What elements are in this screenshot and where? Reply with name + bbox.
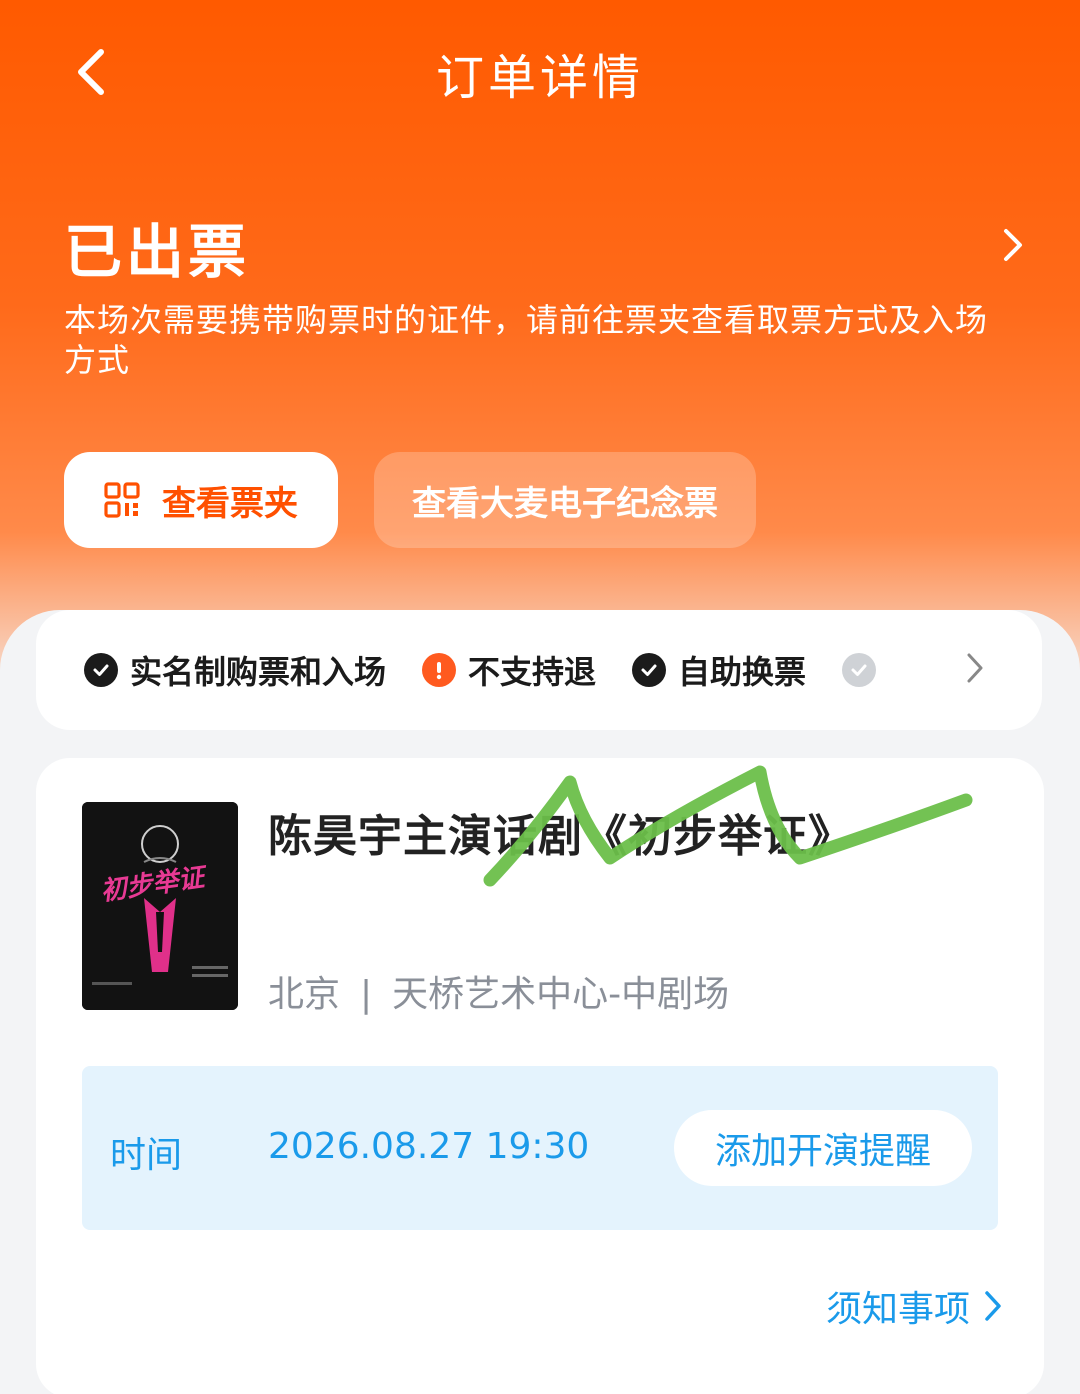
- view-souvenir-ticket-label: 查看大麦电子纪念票: [412, 483, 718, 524]
- view-ticket-wallet-button[interactable]: 查看票夹: [64, 452, 338, 548]
- ticket-status-row[interactable]: 已出票: [64, 205, 1024, 286]
- show-poster[interactable]: 初步举证: [82, 802, 238, 1010]
- time-label: 时间: [110, 1135, 183, 1176]
- venue-city: 北京: [268, 974, 341, 1015]
- notice-label: 须知事项: [825, 1289, 970, 1330]
- feature-self-exchange-label: 自助换票: [678, 653, 807, 691]
- chevron-right-icon[interactable]: [966, 652, 984, 684]
- venue-separator: |: [360, 974, 373, 1015]
- feature-more-faded: [842, 653, 877, 687]
- check-circle-icon: [84, 653, 118, 687]
- chevron-right-icon: [985, 1291, 1001, 1321]
- view-ticket-wallet-label: 查看票夹: [162, 483, 298, 524]
- check-circle-icon: [842, 653, 877, 687]
- qr-code-icon: [104, 482, 140, 518]
- ticket-features-bar[interactable]: 实名制购票和入场 不支持退 自助换票: [36, 610, 1042, 730]
- show-venue: 北京 | 天桥艺术中心-中剧场: [268, 965, 729, 1017]
- chevron-right-icon: [1004, 229, 1022, 261]
- check-circle-icon: [632, 653, 667, 687]
- feature-self-exchange: 自助换票: [632, 647, 806, 693]
- view-souvenir-ticket-button[interactable]: 查看大麦电子纪念票: [374, 452, 756, 548]
- venue-name: 天桥艺术中心-中剧场: [392, 974, 730, 1015]
- feature-no-refund-label: 不支持退: [468, 653, 597, 691]
- ticket-status-title: 已出票: [64, 218, 251, 286]
- time-value: 2026.08.27 19:30: [268, 1126, 590, 1167]
- page-title: 订单详情: [435, 50, 644, 106]
- ticket-status-description: 本场次需要携带购票时的证件，请前往票夹查看取票方式及入场方式: [64, 301, 989, 379]
- add-reminder-label: 添加开演提醒: [714, 1131, 931, 1172]
- feature-no-refund: 不支持退: [422, 647, 596, 693]
- feature-real-name-label: 实名制购票和入场: [130, 653, 387, 691]
- warning-circle-icon: [422, 653, 457, 687]
- notice-link[interactable]: 须知事项: [826, 1280, 1002, 1332]
- add-reminder-button[interactable]: 添加开演提醒: [674, 1110, 972, 1186]
- feature-real-name: 实名制购票和入场: [84, 647, 386, 693]
- show-title: 陈昊宇主演话剧《初步举证》: [268, 811, 853, 862]
